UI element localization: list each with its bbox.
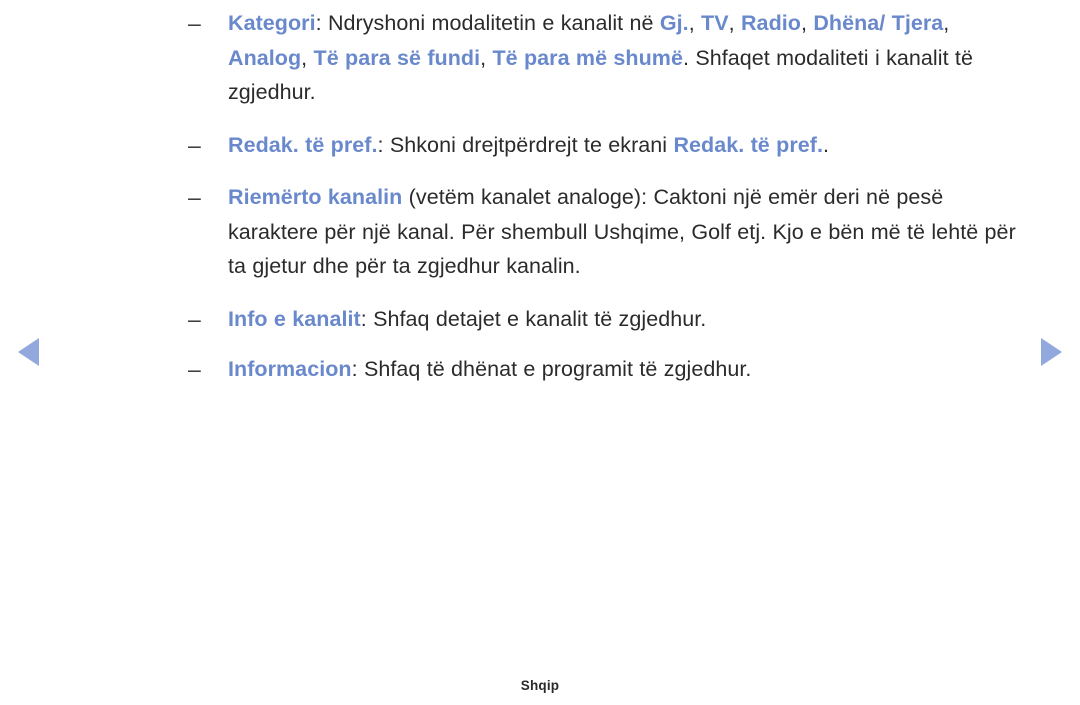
highlighted-term: Informacion [228,357,352,381]
plain-text: . [822,132,830,157]
plain-text: , [800,11,814,35]
list-item: – Kategori: Ndryshoni modalitetin e kana… [186,6,1016,110]
highlighted-term: Kategori [228,11,316,35]
highlighted-term: Radio [740,11,801,35]
highlighted-term: Riemërto kanalin [228,185,403,209]
bullet-list: – Kategori: Ndryshoni modalitetin e kana… [186,6,1016,387]
bullet-dash: – [188,10,201,36]
plain-text: : Shfaq detajet e kanalit të zgjedhur. [360,306,707,331]
triangle-left-icon[interactable] [18,338,39,366]
bullet-dash: – [188,305,201,332]
language-footer: Shqip [520,678,560,693]
plain-text: , [301,45,314,70]
plain-text: : Shfaq të dhënat e programit të zgjedhu… [351,357,752,381]
plain-text: : Shkoni drejtpërdrejt te ekrani [377,132,674,157]
plain-text: , [943,11,950,35]
plain-text: , [688,11,702,35]
bullet-dash: – [188,356,201,382]
bullet-text-redak-te-pref: Redak. të pref.: Shkoni drejtpërdrejt te… [228,128,1016,163]
list-item: – Riemërto kanalin (vetëm kanalet analog… [186,180,1016,284]
manual-page: – Kategori: Ndryshoni modalitetin e kana… [0,0,1080,705]
bullet-text-riemerto-kanalin: Riemërto kanalin (vetëm kanalet analoge)… [228,180,1016,284]
bullet-dash: – [188,131,201,158]
bullet-text-kategori: Kategori: Ndryshoni modalitetin e kanali… [228,6,1016,110]
highlighted-term: Redak. të pref. [228,132,378,157]
highlighted-term: TV [701,11,729,35]
bullet-text-informacion: Informacion: Shfaq të dhënat e programit… [228,352,1016,387]
bullet-text-info-e-kanalit: Info e kanalit: Shfaq detajet e kanalit … [228,302,1016,337]
list-item: – Info e kanalit: Shfaq detajet e kanali… [186,302,1016,337]
highlighted-term: Redak. të pref. [673,132,823,157]
plain-text: , [480,45,493,70]
highlighted-term: Dhëna/ Tjera [813,11,944,35]
highlighted-term: Gj. [659,11,689,35]
bullet-dash: – [188,184,201,210]
highlighted-term: Të para më shumë [492,45,683,70]
plain-text: : Ndryshoni modalitetin e kanalit në [315,11,660,35]
highlighted-term: Të para së fundi [313,45,481,70]
triangle-right-icon[interactable] [1041,338,1062,366]
plain-text: , [728,11,741,35]
highlighted-term: Info e kanalit [228,306,361,331]
list-item: – Redak. të pref.: Shkoni drejtpërdrejt … [186,128,1016,163]
highlighted-term: Analog [228,45,302,70]
list-item: – Informacion: Shfaq të dhënat e program… [186,352,1016,387]
